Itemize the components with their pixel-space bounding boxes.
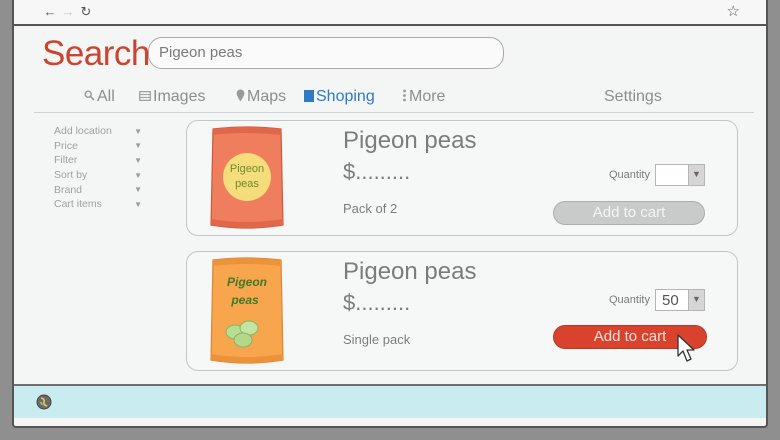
- mouse-pointer-icon: [677, 334, 699, 369]
- pack-size: Single pack: [343, 332, 411, 347]
- tab-more-label: More: [409, 88, 446, 105]
- chevron-down-icon: ▼: [134, 141, 142, 151]
- svg-text:peas: peas: [235, 178, 259, 190]
- tab-images[interactable]: Images: [139, 88, 205, 106]
- chevron-down-icon: ▼: [134, 199, 142, 209]
- browser-toolbar: ← → ↻ ☆: [14, 0, 766, 26]
- quantity-value: 50: [662, 292, 679, 309]
- globe-icon: [36, 394, 52, 415]
- more-icon: [402, 89, 407, 105]
- svg-text:peas: peas: [230, 293, 259, 307]
- quantity-label: Quantity: [609, 294, 650, 306]
- chevron-down-icon: ▼: [688, 165, 704, 185]
- image-icon: [139, 90, 151, 104]
- result-card: Pigeon peas Pigeon peas $......... Singl…: [186, 251, 738, 371]
- tab-shopping[interactable]: Shoping: [304, 88, 375, 106]
- chevron-down-icon: ▼: [688, 290, 704, 310]
- chevron-down-icon: ▼: [134, 170, 142, 180]
- add-to-cart-button[interactable]: Add to cart: [553, 201, 705, 225]
- product-image[interactable]: Pigeon peas: [207, 256, 287, 373]
- quantity-select[interactable]: 50 ▼: [655, 289, 705, 311]
- search-icon: [84, 90, 95, 104]
- filter-label: Filter: [54, 154, 78, 167]
- tab-maps-label: Maps: [247, 88, 287, 105]
- filter-sidebar: Add location ▼ Price ▼ Filter ▼ Sort by …: [54, 124, 144, 212]
- tab-shopping-label: Shoping: [316, 88, 375, 105]
- reload-icon[interactable]: ↻: [76, 2, 96, 22]
- tab-all[interactable]: All: [84, 88, 115, 106]
- filter-sort-by[interactable]: Sort by ▼: [54, 168, 144, 183]
- header-divider: [34, 112, 754, 113]
- filter-filter[interactable]: Filter ▼: [54, 153, 144, 168]
- product-image[interactable]: Pigeon peas: [207, 125, 287, 238]
- status-bar: [14, 384, 766, 418]
- settings-link[interactable]: Settings: [604, 88, 662, 106]
- search-logo[interactable]: Search: [42, 34, 150, 74]
- filter-price[interactable]: Price ▼: [54, 139, 144, 154]
- svg-text:Pigeon: Pigeon: [227, 275, 267, 289]
- filter-label: Brand: [54, 183, 83, 196]
- filter-label: Sort by: [54, 169, 88, 182]
- back-icon[interactable]: ←: [40, 2, 60, 22]
- quantity-label: Quantity: [609, 169, 650, 181]
- search-input[interactable]: Pigeon peas: [148, 37, 504, 69]
- filter-label: Price: [54, 139, 78, 152]
- product-title[interactable]: Pigeon peas: [343, 258, 476, 286]
- tab-maps[interactable]: Maps: [236, 88, 286, 106]
- shopping-icon: [304, 89, 314, 105]
- chevron-down-icon: ▼: [134, 126, 142, 136]
- browser-window: ← → ↻ ☆ Search Pigeon peas All Images Ma…: [12, 0, 768, 428]
- chevron-down-icon: ▼: [134, 155, 142, 165]
- filter-label: Add location: [54, 125, 112, 138]
- result-card: Pigeon peas Pigeon peas $......... Pack …: [186, 120, 738, 236]
- filter-label: Cart items: [54, 198, 102, 211]
- tab-all-label: All: [97, 88, 115, 105]
- svg-text:Pigeon: Pigeon: [230, 163, 264, 175]
- tab-more[interactable]: More: [402, 88, 445, 106]
- filter-cart-items[interactable]: Cart items ▼: [54, 197, 144, 212]
- filter-brand[interactable]: Brand ▼: [54, 182, 144, 197]
- tab-images-label: Images: [153, 88, 206, 105]
- quantity-select[interactable]: ▼: [655, 164, 705, 186]
- pack-size: Pack of 2: [343, 201, 398, 216]
- filter-add-location[interactable]: Add location ▼: [54, 124, 144, 139]
- product-price: $.........: [343, 159, 411, 184]
- product-price: $.........: [343, 290, 411, 315]
- map-pin-icon: [236, 89, 245, 105]
- product-title[interactable]: Pigeon peas: [343, 127, 476, 155]
- bookmark-star-icon[interactable]: ☆: [727, 2, 740, 20]
- forward-icon[interactable]: →: [58, 2, 78, 22]
- chevron-down-icon: ▼: [134, 185, 142, 195]
